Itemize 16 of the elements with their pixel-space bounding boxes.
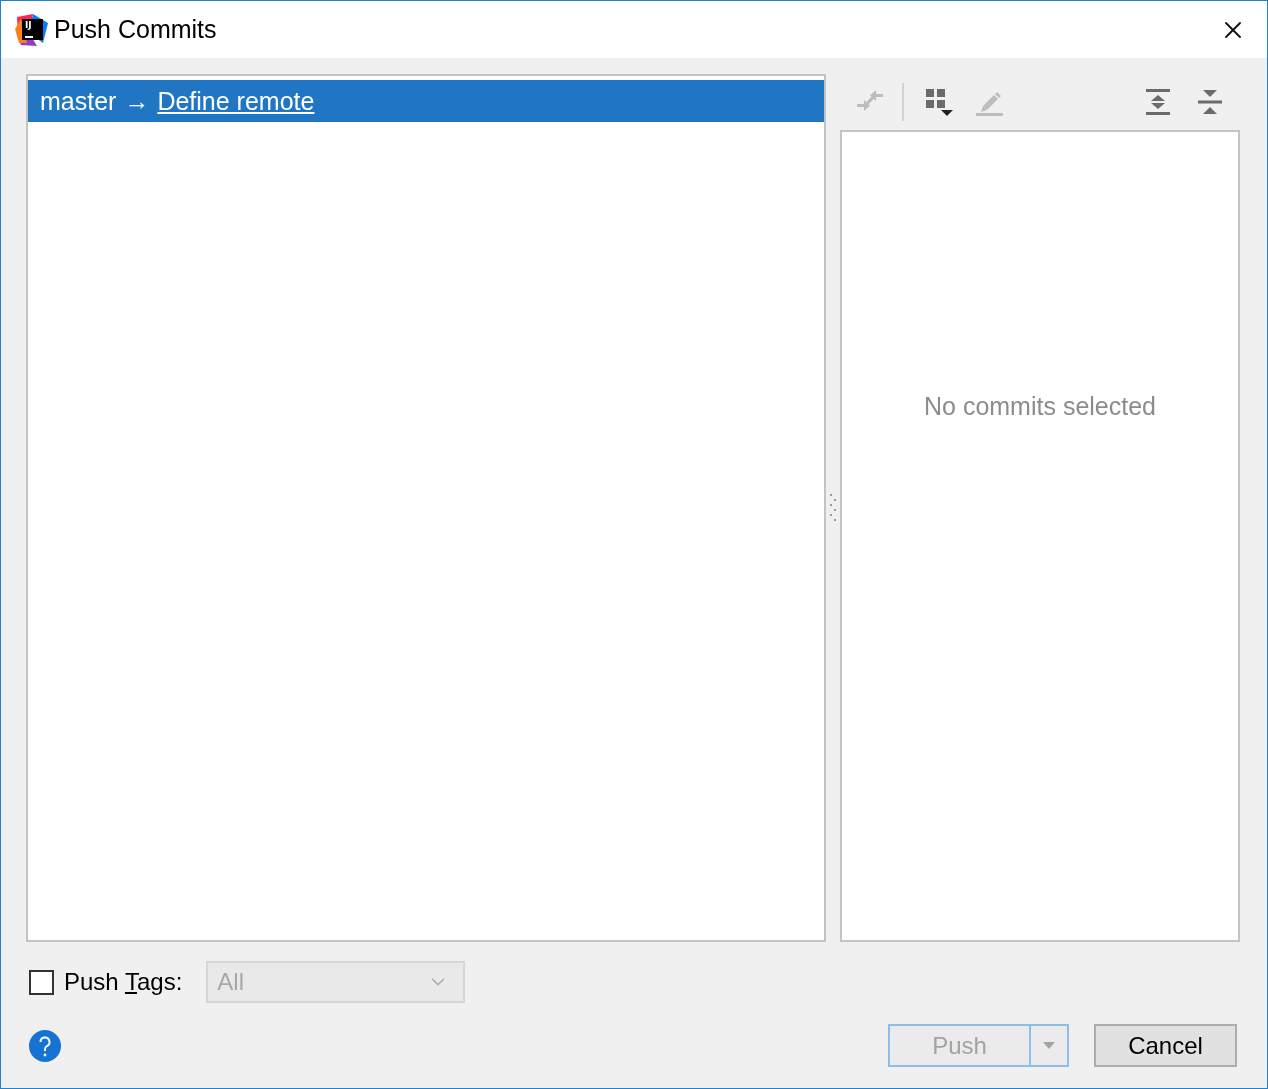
branch-name: master — [40, 86, 117, 116]
arrow-symbol: → — [124, 86, 150, 116]
define-remote-link[interactable]: Define remote — [157, 86, 315, 116]
cancel-button[interactable]: Cancel — [1094, 1024, 1237, 1067]
expand-all-icon[interactable] — [1143, 87, 1173, 117]
window-title: Push Commits — [54, 15, 217, 44]
branch-row[interactable]: master → Define remote — [28, 80, 824, 122]
collapse-all-icon[interactable] — [1195, 87, 1225, 117]
checkbox-label: Push Tags: — [64, 968, 183, 996]
app-logo: IJ — [15, 12, 49, 47]
grid-icon[interactable] — [924, 87, 954, 117]
grip-icon[interactable] — [829, 492, 837, 524]
caret-icon — [1043, 1042, 1055, 1049]
checkbox[interactable] — [29, 969, 54, 995]
empty-message: No commits selected — [924, 392, 1156, 421]
help-icon[interactable] — [29, 1029, 61, 1062]
